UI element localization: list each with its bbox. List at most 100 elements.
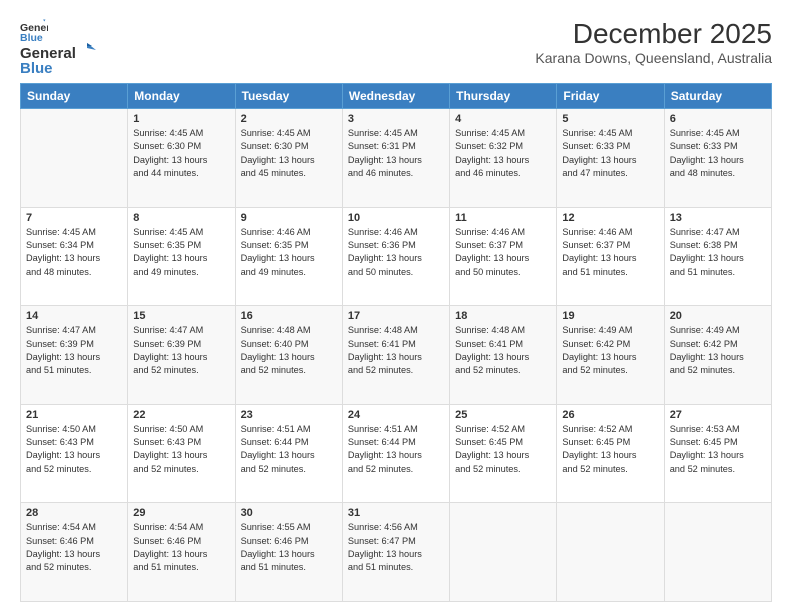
- week-row-4: 28 Sunrise: 4:54 AM Sunset: 6:46 PM Dayli…: [21, 503, 772, 602]
- day-number: 1: [133, 113, 229, 125]
- day-number: 12: [562, 212, 658, 224]
- day-number: 25: [455, 409, 551, 421]
- day-info: Sunrise: 4:45 AM Sunset: 6:33 PM Dayligh…: [562, 127, 658, 180]
- day-cell: 9 Sunrise: 4:46 AM Sunset: 6:35 PM Daylig…: [235, 207, 342, 306]
- column-header-wednesday: Wednesday: [342, 84, 449, 109]
- day-number: 21: [26, 409, 122, 421]
- column-header-tuesday: Tuesday: [235, 84, 342, 109]
- week-row-3: 21 Sunrise: 4:50 AM Sunset: 6:43 PM Dayli…: [21, 404, 772, 503]
- day-info: Sunrise: 4:47 AM Sunset: 6:38 PM Dayligh…: [670, 226, 766, 279]
- day-cell: 15 Sunrise: 4:47 AM Sunset: 6:39 PM Dayli…: [128, 306, 235, 405]
- day-number: 17: [348, 310, 444, 322]
- day-cell: 11 Sunrise: 4:46 AM Sunset: 6:37 PM Dayli…: [450, 207, 557, 306]
- day-info: Sunrise: 4:50 AM Sunset: 6:43 PM Dayligh…: [26, 423, 122, 476]
- day-number: 18: [455, 310, 551, 322]
- day-cell: 28 Sunrise: 4:54 AM Sunset: 6:46 PM Dayli…: [21, 503, 128, 602]
- day-cell: 8 Sunrise: 4:45 AM Sunset: 6:35 PM Daylig…: [128, 207, 235, 306]
- day-info: Sunrise: 4:53 AM Sunset: 6:45 PM Dayligh…: [670, 423, 766, 476]
- day-number: 6: [670, 113, 766, 125]
- day-number: 9: [241, 212, 337, 224]
- day-info: Sunrise: 4:45 AM Sunset: 6:31 PM Dayligh…: [348, 127, 444, 180]
- day-cell: 17Sunrise: 4:48 AM Sunset: 6:41 PM Dayli…: [342, 306, 449, 405]
- day-number: 13: [670, 212, 766, 224]
- day-cell: 14Sunrise: 4:47 AM Sunset: 6:39 PM Dayli…: [21, 306, 128, 405]
- day-number: 8: [133, 212, 229, 224]
- day-cell: 22 Sunrise: 4:50 AM Sunset: 6:43 PM Dayli…: [128, 404, 235, 503]
- day-info: Sunrise: 4:48 AM Sunset: 6:40 PM Dayligh…: [241, 324, 337, 377]
- day-cell: 24 Sunrise: 4:51 AM Sunset: 6:44 PM Dayli…: [342, 404, 449, 503]
- header: General Blue General Blue December 2025 …: [20, 18, 772, 77]
- day-cell: 6 Sunrise: 4:45 AM Sunset: 6:33 PM Daylig…: [664, 109, 771, 208]
- day-number: 2: [241, 113, 337, 125]
- day-cell: 23Sunrise: 4:51 AM Sunset: 6:44 PM Dayli…: [235, 404, 342, 503]
- day-cell: [557, 503, 664, 602]
- day-info: Sunrise: 4:46 AM Sunset: 6:37 PM Dayligh…: [562, 226, 658, 279]
- day-number: 30: [241, 507, 337, 519]
- column-header-friday: Friday: [557, 84, 664, 109]
- day-info: Sunrise: 4:49 AM Sunset: 6:42 PM Dayligh…: [562, 324, 658, 377]
- logo-blue-text: Blue: [20, 61, 96, 78]
- day-number: 20: [670, 310, 766, 322]
- day-cell: 4Sunrise: 4:45 AM Sunset: 6:32 PM Daylig…: [450, 109, 557, 208]
- day-info: Sunrise: 4:52 AM Sunset: 6:45 PM Dayligh…: [562, 423, 658, 476]
- day-info: Sunrise: 4:46 AM Sunset: 6:36 PM Dayligh…: [348, 226, 444, 279]
- location-title: Karana Downs, Queensland, Australia: [535, 50, 772, 66]
- day-info: Sunrise: 4:51 AM Sunset: 6:44 PM Dayligh…: [348, 423, 444, 476]
- day-info: Sunrise: 4:45 AM Sunset: 6:33 PM Dayligh…: [670, 127, 766, 180]
- day-cell: 19Sunrise: 4:49 AM Sunset: 6:42 PM Dayli…: [557, 306, 664, 405]
- day-number: 28: [26, 507, 122, 519]
- day-info: Sunrise: 4:47 AM Sunset: 6:39 PM Dayligh…: [133, 324, 229, 377]
- logo-bird-icon: [78, 41, 96, 59]
- day-number: 24: [348, 409, 444, 421]
- day-cell: 16 Sunrise: 4:48 AM Sunset: 6:40 PM Dayli…: [235, 306, 342, 405]
- day-info: Sunrise: 4:52 AM Sunset: 6:45 PM Dayligh…: [455, 423, 551, 476]
- day-info: Sunrise: 4:46 AM Sunset: 6:35 PM Dayligh…: [241, 226, 337, 279]
- day-cell: 2Sunrise: 4:45 AM Sunset: 6:30 PM Daylig…: [235, 109, 342, 208]
- day-cell: 10Sunrise: 4:46 AM Sunset: 6:36 PM Dayli…: [342, 207, 449, 306]
- day-info: Sunrise: 4:51 AM Sunset: 6:44 PM Dayligh…: [241, 423, 337, 476]
- week-row-0: 1 Sunrise: 4:45 AM Sunset: 6:30 PM Daylig…: [21, 109, 772, 208]
- day-number: 22: [133, 409, 229, 421]
- calendar-table: SundayMondayTuesdayWednesdayThursdayFrid…: [20, 83, 772, 602]
- day-info: Sunrise: 4:55 AM Sunset: 6:46 PM Dayligh…: [241, 521, 337, 574]
- week-row-2: 14Sunrise: 4:47 AM Sunset: 6:39 PM Dayli…: [21, 306, 772, 405]
- day-info: Sunrise: 4:45 AM Sunset: 6:34 PM Dayligh…: [26, 226, 122, 279]
- day-number: 7: [26, 212, 122, 224]
- day-cell: 3 Sunrise: 4:45 AM Sunset: 6:31 PM Daylig…: [342, 109, 449, 208]
- day-number: 29: [133, 507, 229, 519]
- day-info: Sunrise: 4:46 AM Sunset: 6:37 PM Dayligh…: [455, 226, 551, 279]
- day-number: 3: [348, 113, 444, 125]
- day-info: Sunrise: 4:56 AM Sunset: 6:47 PM Dayligh…: [348, 521, 444, 574]
- day-number: 27: [670, 409, 766, 421]
- column-header-sunday: Sunday: [21, 84, 128, 109]
- day-info: Sunrise: 4:45 AM Sunset: 6:35 PM Dayligh…: [133, 226, 229, 279]
- calendar-header-row: SundayMondayTuesdayWednesdayThursdayFrid…: [21, 84, 772, 109]
- day-number: 16: [241, 310, 337, 322]
- day-info: Sunrise: 4:49 AM Sunset: 6:42 PM Dayligh…: [670, 324, 766, 377]
- day-info: Sunrise: 4:54 AM Sunset: 6:46 PM Dayligh…: [26, 521, 122, 574]
- day-info: Sunrise: 4:48 AM Sunset: 6:41 PM Dayligh…: [455, 324, 551, 377]
- day-cell: 25 Sunrise: 4:52 AM Sunset: 6:45 PM Dayli…: [450, 404, 557, 503]
- day-info: Sunrise: 4:54 AM Sunset: 6:46 PM Dayligh…: [133, 521, 229, 574]
- day-cell: 13 Sunrise: 4:47 AM Sunset: 6:38 PM Dayli…: [664, 207, 771, 306]
- logo-icon: General Blue: [20, 18, 48, 46]
- day-cell: [450, 503, 557, 602]
- day-cell: 27 Sunrise: 4:53 AM Sunset: 6:45 PM Dayli…: [664, 404, 771, 503]
- day-cell: [664, 503, 771, 602]
- day-info: Sunrise: 4:50 AM Sunset: 6:43 PM Dayligh…: [133, 423, 229, 476]
- day-number: 26: [562, 409, 658, 421]
- day-number: 31: [348, 507, 444, 519]
- day-cell: 7 Sunrise: 4:45 AM Sunset: 6:34 PM Daylig…: [21, 207, 128, 306]
- day-cell: 31 Sunrise: 4:56 AM Sunset: 6:47 PM Dayli…: [342, 503, 449, 602]
- day-number: 11: [455, 212, 551, 224]
- day-cell: 30 Sunrise: 4:55 AM Sunset: 6:46 PM Dayli…: [235, 503, 342, 602]
- day-info: Sunrise: 4:45 AM Sunset: 6:32 PM Dayligh…: [455, 127, 551, 180]
- day-cell: 26 Sunrise: 4:52 AM Sunset: 6:45 PM Dayli…: [557, 404, 664, 503]
- day-info: Sunrise: 4:45 AM Sunset: 6:30 PM Dayligh…: [133, 127, 229, 180]
- day-info: Sunrise: 4:47 AM Sunset: 6:39 PM Dayligh…: [26, 324, 122, 377]
- day-cell: 1 Sunrise: 4:45 AM Sunset: 6:30 PM Daylig…: [128, 109, 235, 208]
- svg-text:Blue: Blue: [20, 32, 43, 44]
- day-number: 15: [133, 310, 229, 322]
- day-cell: 20 Sunrise: 4:49 AM Sunset: 6:42 PM Dayli…: [664, 306, 771, 405]
- day-cell: 29 Sunrise: 4:54 AM Sunset: 6:46 PM Dayli…: [128, 503, 235, 602]
